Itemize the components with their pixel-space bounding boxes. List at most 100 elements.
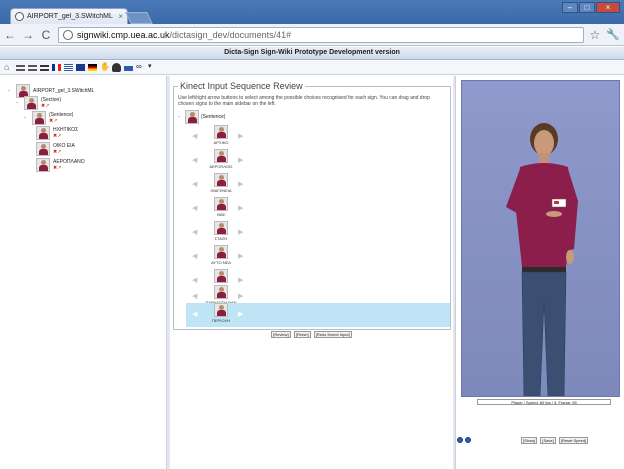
url-host: signwiki.cmp.uea.ac.uk <box>77 29 170 40</box>
sign-avatar-icon <box>214 173 228 187</box>
sign-avatar-icon <box>36 158 50 172</box>
binoculars-icon[interactable]: ∞ <box>136 63 145 72</box>
prev-choice-icon[interactable]: ◀ <box>192 276 197 284</box>
edit-icons[interactable]: ✖↗ <box>53 165 85 171</box>
sign-label: ΑΡΧΙΚΟ <box>213 140 229 145</box>
flag-de-icon[interactable] <box>88 64 97 71</box>
tree-root-label: AIRPORT_gel_3.SWitchML <box>33 88 95 94</box>
globe-icon <box>63 29 73 40</box>
tab-title: AIRPORT_gel_3.SWitchML - Dic <box>27 13 115 20</box>
prev-choice-icon[interactable]: ◀ <box>192 180 197 188</box>
save-button[interactable]: [Save] <box>540 437 556 444</box>
avatar-icon[interactable] <box>112 63 121 72</box>
prev-icon[interactable] <box>457 437 463 443</box>
sequence-item[interactable]: ◀ ΣΤΑΣΗ ▶ <box>186 221 450 245</box>
sign-avatar-icon <box>214 125 228 139</box>
tree-sentence[interactable]: - (Sentence) ✖↗ <box>24 111 73 125</box>
tree-item[interactable]: ΟΙΚΟ ΕΙΑ ✖↗ <box>36 142 75 156</box>
sign-avatar-icon <box>214 303 228 317</box>
sequence-item[interactable]: ◀ ΙΘΑΓΕΝΕΙΑ ▶ <box>186 173 450 197</box>
next-choice-icon[interactable]: ▶ <box>238 310 243 318</box>
tree-section[interactable]: - (Section) ✖↗ <box>16 96 61 110</box>
kinect-icon[interactable] <box>124 66 133 71</box>
edit-icons[interactable]: ✖↗ <box>53 149 75 155</box>
next-choice-icon[interactable]: ▶ <box>238 180 243 188</box>
sequence-item[interactable]: ◀ ΑΡΧΙΚΟ ▶ <box>186 125 450 149</box>
sign-avatar-icon <box>36 126 50 140</box>
browser-titlebar: AIRPORT_gel_3.SWitchML - Dic × – □ × <box>0 0 624 24</box>
sign-avatar-icon <box>214 197 228 211</box>
prev-choice-icon[interactable]: ◀ <box>192 252 197 260</box>
site-toolbar: ⌂ ✋ ∞ ▾ <box>0 61 624 75</box>
sign-label: ΙΘΑΓΕΝΕΙΑ <box>210 188 232 193</box>
collapse-icon[interactable]: - <box>8 88 13 94</box>
next-choice-icon[interactable]: ▶ <box>238 292 243 300</box>
reload-icon[interactable]: C <box>40 28 52 42</box>
edit-icons[interactable]: ✖↗ <box>41 103 61 109</box>
tree-item[interactable]: ΗΧΗΤΙΚΟΣ ✖↗ <box>36 126 78 140</box>
sequence-item[interactable]: ◀ ΘΑΕ ▶ <box>186 197 450 221</box>
back-icon[interactable]: ← <box>4 28 16 42</box>
collapse-icon[interactable]: - <box>24 115 29 121</box>
prev-choice-icon[interactable]: ◀ <box>192 228 197 236</box>
flag-gr-icon[interactable] <box>64 64 73 71</box>
sign-label: ΑΥΤΟ ΝΕΑ <box>211 260 231 265</box>
collapse-icon[interactable]: - <box>178 114 183 120</box>
close-window-button[interactable]: × <box>596 2 620 13</box>
list-icon-2[interactable] <box>28 64 37 71</box>
sequence-root[interactable]: - (Sentence) <box>178 110 225 124</box>
window-controls: – □ × <box>562 2 620 13</box>
collapse-icon[interactable]: - <box>16 100 21 106</box>
prev-choice-icon[interactable]: ◀ <box>192 204 197 212</box>
next-choice-icon[interactable]: ▶ <box>238 204 243 212</box>
list-icon[interactable] <box>16 64 25 71</box>
maximize-button[interactable]: □ <box>579 2 595 13</box>
next-choice-icon[interactable]: ▶ <box>238 132 243 140</box>
prev-choice-icon[interactable]: ◀ <box>192 310 197 318</box>
show-button[interactable]: [Show] <box>521 437 538 444</box>
sign-avatar-icon <box>36 142 50 156</box>
address-bar[interactable]: signwiki.cmp.uea.ac.uk/dictasign_dev/doc… <box>58 26 584 43</box>
minimize-button[interactable]: – <box>562 2 578 13</box>
next-choice-icon[interactable]: ▶ <box>238 156 243 164</box>
flag-fr-icon[interactable] <box>52 64 61 71</box>
document-tree-pane <box>0 76 167 469</box>
next-choice-icon[interactable]: ▶ <box>238 228 243 236</box>
sequence-item-selected[interactable]: ◀ ΠΕΡΙΟΧΗ ▶ <box>186 303 450 327</box>
sequence-item[interactable]: ◀ ΑΕΡΟΠΛΟΙΣ ▶ <box>186 149 450 173</box>
hand-icon[interactable]: ✋ <box>100 63 110 72</box>
list-icon-3[interactable] <box>40 64 49 71</box>
browser-tab[interactable]: AIRPORT_gel_3.SWitchML - Dic × <box>10 8 128 24</box>
next-icon[interactable] <box>465 437 471 443</box>
tree-item[interactable]: ΑΕΡΟΠΛΑΝΟ ✖↗ <box>36 158 85 172</box>
forward-icon[interactable]: → <box>22 28 34 42</box>
sequence-root-label: (Sentence) <box>201 114 226 120</box>
reset-speed-button[interactable]: [Reset Speed] <box>558 437 589 444</box>
redo-kinect-button[interactable]: [Redo Kinect Input] <box>313 331 352 338</box>
viewer-nav-icons <box>457 437 471 443</box>
edit-icons[interactable]: ✖↗ <box>49 118 73 124</box>
flag-uk-icon[interactable] <box>76 64 85 71</box>
bookmark-star-icon[interactable]: ☆ <box>590 28 601 42</box>
review-button[interactable]: [Review] <box>271 331 291 338</box>
prev-choice-icon[interactable]: ◀ <box>192 132 197 140</box>
signing-avatar-viewer[interactable] <box>461 80 620 397</box>
prev-choice-icon[interactable]: ◀ <box>192 156 197 164</box>
next-choice-icon[interactable]: ▶ <box>238 276 243 284</box>
player-status: Player / Speed: 60 fps / 3. Frame: 95 <box>477 399 611 405</box>
sign-avatar-icon <box>32 111 46 125</box>
sign-avatar-icon <box>214 285 228 299</box>
next-choice-icon[interactable]: ▶ <box>238 252 243 260</box>
sequence-item[interactable]: ◀ ΑΥΤΟ ΝΕΑ ▶ <box>186 245 450 269</box>
tab-close-icon[interactable]: × <box>118 12 123 21</box>
dropdown-icon[interactable]: ▾ <box>148 63 157 72</box>
wrench-icon[interactable]: 🔧 <box>606 28 620 41</box>
new-tab-button[interactable] <box>125 12 153 24</box>
page-title: Dicta-Sign Sign-Wiki Prototype Developme… <box>0 47 624 60</box>
sign-avatar-icon <box>24 96 38 110</box>
prev-choice-icon[interactable]: ◀ <box>192 292 197 300</box>
favicon-icon <box>15 12 24 21</box>
home-icon[interactable]: ⌂ <box>4 63 13 72</box>
finish-button[interactable]: [Finish] <box>293 331 311 338</box>
edit-icons[interactable]: ✖↗ <box>53 133 78 139</box>
